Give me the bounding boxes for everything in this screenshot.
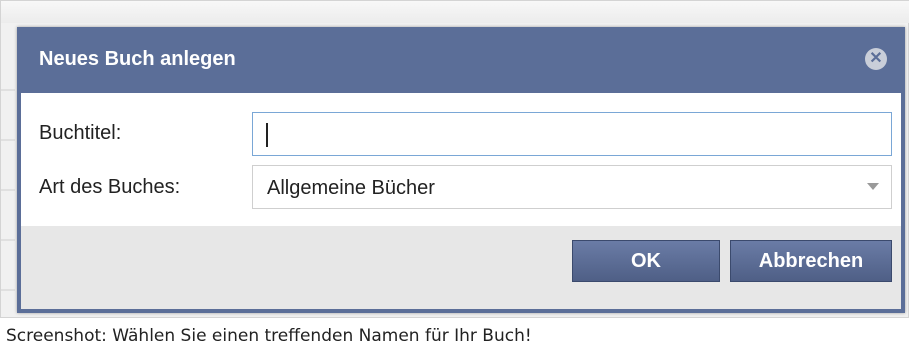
screenshot-caption: Screenshot: Wählen Sie einen treffenden … <box>6 326 532 346</box>
dialog-titlebar: Neues Buch anlegen ✕ <box>17 27 905 93</box>
dialog-footer: OK Abbrechen <box>21 226 901 309</box>
book-type-select[interactable]: Allgemeine Bücher <box>252 165 892 209</box>
close-icon[interactable]: ✕ <box>865 48 887 70</box>
dialog-title: Neues Buch anlegen <box>39 48 236 70</box>
book-title-label: Buchtitel: <box>39 122 122 144</box>
text-caret <box>266 123 268 147</box>
new-book-dialog: Neues Buch anlegen ✕ Buchtitel: Art des … <box>17 27 905 313</box>
chevron-down-icon[interactable] <box>867 183 879 190</box>
background-frame: Neues Buch anlegen ✕ Buchtitel: Art des … <box>0 0 909 318</box>
book-title-input[interactable] <box>252 112 892 156</box>
cancel-button[interactable]: Abbrechen <box>730 240 892 282</box>
book-type-selected-value: Allgemeine Bücher <box>267 177 435 199</box>
dialog-body: Buchtitel: Art des Buches: Allgemeine Bü… <box>21 93 901 226</box>
background-left-strip <box>1 41 15 301</box>
ok-button[interactable]: OK <box>572 240 720 282</box>
book-type-label: Art des Buches: <box>39 176 181 198</box>
background-toolbar <box>1 1 909 23</box>
